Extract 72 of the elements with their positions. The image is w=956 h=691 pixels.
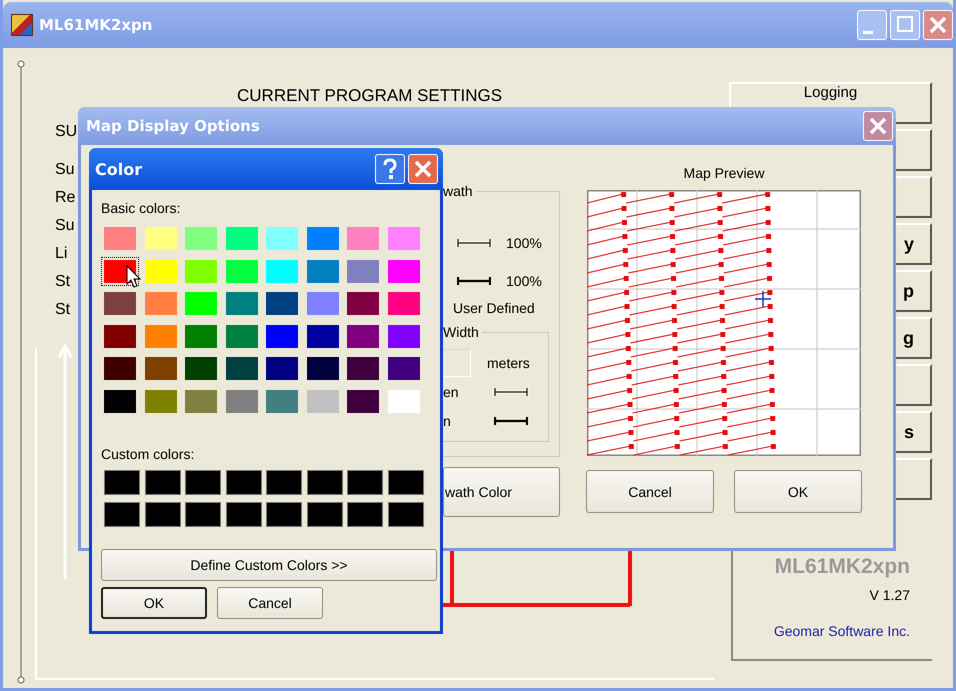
dialog-button[interactable]: Cancel: [586, 470, 714, 513]
group-label: Width: [443, 324, 482, 340]
setting-label: Su: [55, 161, 75, 179]
color-swatch[interactable]: [144, 470, 180, 494]
cursor-icon: [126, 265, 142, 289]
company-name: Geomar Software Inc.: [774, 623, 910, 639]
line-width-icon: [494, 416, 528, 426]
custom-colors-label: Custom colors:: [101, 446, 194, 462]
dialog-title: Color: [95, 160, 142, 178]
product-name: ML61MK2xpn: [774, 555, 910, 579]
color-swatch[interactable]: [226, 470, 262, 494]
color-swatch[interactable]: [101, 354, 139, 383]
color-swatch[interactable]: [226, 502, 262, 527]
input-field[interactable]: [443, 349, 471, 377]
row-label: n: [443, 412, 451, 428]
setting-label: Re: [55, 189, 76, 207]
color-swatch[interactable]: [104, 502, 140, 527]
line-width-icon: [457, 238, 491, 248]
close-button[interactable]: [408, 154, 438, 184]
color-swatch[interactable]: [144, 502, 180, 527]
color-swatch[interactable]: [182, 224, 220, 253]
color-swatch[interactable]: [182, 354, 220, 383]
color-swatch[interactable]: [266, 470, 302, 494]
color-swatch[interactable]: [344, 289, 382, 318]
setting-label: SU: [55, 123, 78, 141]
setting-label: Li: [55, 245, 68, 263]
dialog-button[interactable]: OK: [734, 470, 862, 513]
group-label: wath: [443, 183, 476, 199]
dialog-button[interactable]: Cancel: [217, 587, 323, 619]
define-custom-colors-button[interactable]: Define Custom Colors >>: [101, 549, 437, 581]
unit-label: meters: [487, 355, 530, 371]
color-swatch[interactable]: [101, 224, 139, 253]
color-swatch[interactable]: [101, 289, 139, 318]
minimize-icon: [863, 31, 873, 34]
option-label: User Defined: [452, 300, 536, 316]
line-width-icon: [457, 276, 491, 286]
color-swatch[interactable]: [263, 289, 301, 318]
color-swatch[interactable]: [185, 502, 221, 527]
color-swatch[interactable]: [344, 354, 382, 383]
setting-label: Su: [55, 217, 75, 235]
color-swatch[interactable]: [263, 224, 301, 253]
window-title: ML61MK2xpn: [39, 16, 152, 34]
close-button[interactable]: [863, 111, 893, 141]
color-swatch[interactable]: [306, 470, 342, 494]
basic-colors-label: Basic colors:: [101, 200, 180, 216]
color-swatch[interactable]: [104, 470, 140, 494]
color-swatch[interactable]: [344, 224, 382, 253]
help-button[interactable]: [375, 154, 405, 184]
preview-title: Map Preview: [684, 165, 764, 181]
color-swatch[interactable]: [347, 470, 383, 494]
color-swatch[interactable]: [388, 470, 424, 494]
color-swatch[interactable]: [182, 289, 220, 318]
row-label: en: [443, 384, 459, 400]
color-swatch[interactable]: [185, 470, 221, 494]
settings-heading: CURRENT PROGRAM SETTINGS: [237, 86, 502, 106]
percent-text: 100%: [506, 235, 542, 251]
up-arrow-icon: [58, 343, 72, 579]
color-swatch[interactable]: [388, 502, 424, 527]
color-swatch[interactable]: [263, 354, 301, 383]
color-swatch[interactable]: [306, 502, 342, 527]
color-swatch[interactable]: [266, 502, 302, 527]
dialog-button[interactable]: OK: [101, 587, 207, 619]
setting-label: St: [55, 301, 70, 319]
swath-color-button[interactable]: wath Color: [443, 467, 560, 517]
setting-label: St: [55, 273, 70, 291]
line-width-icon: [494, 386, 528, 396]
close-button[interactable]: [923, 10, 953, 40]
version-text: V 1.27: [870, 587, 910, 603]
percent-text: 100%: [506, 273, 542, 289]
color-swatch[interactable]: [347, 502, 383, 527]
dialog-title: Map Display Options: [86, 117, 260, 135]
app-icon: [11, 14, 33, 36]
